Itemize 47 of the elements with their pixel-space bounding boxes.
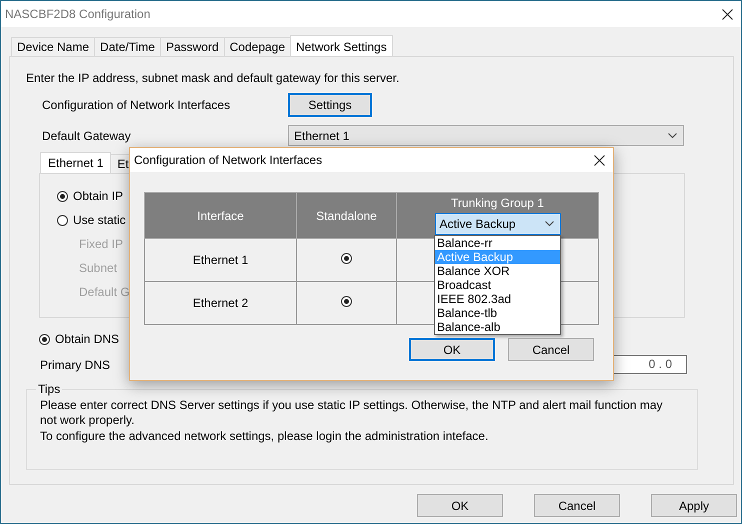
cancel-button[interactable]: Cancel (508, 338, 594, 361)
dropdown-option[interactable]: Balance XOR (435, 264, 560, 278)
gateway-dropdown[interactable]: Ethernet 1 (288, 125, 684, 146)
radio-label: Use static (73, 213, 126, 227)
radio-label: Obtain IP (73, 189, 124, 203)
cancel-button[interactable]: Cancel (534, 494, 620, 517)
chevron-down-icon (668, 132, 677, 138)
column-header: Standalone (296, 192, 396, 238)
field-label: Default Gateway (42, 128, 132, 142)
radio-button[interactable] (341, 253, 352, 264)
tab[interactable]: Network Settings (290, 35, 393, 57)
field-label: Primary DNS (40, 358, 110, 372)
tip-text: To configure the advanced network settings, please login the administration inteface. (40, 429, 490, 444)
group-title: Tips (37, 382, 62, 396)
dialog-title: Configuration of Network Interfaces (134, 153, 322, 167)
field-label: Default G (79, 284, 130, 301)
ok-button[interactable]: OK (409, 338, 495, 361)
radio-button[interactable] (341, 296, 352, 307)
tab[interactable]: Ethernet 1 (40, 152, 112, 173)
radio-button[interactable] (39, 334, 50, 344)
close-icon[interactable] (722, 8, 733, 20)
column-header: Interface (144, 192, 296, 238)
dropdown-option[interactable]: Balance-tlb (435, 306, 560, 320)
radio-button[interactable] (57, 190, 68, 202)
column-header: Trunking Group 1 (451, 196, 544, 210)
radio-label: Obtain DNS (55, 332, 120, 346)
tab[interactable]: Device Name (11, 37, 96, 56)
table-cell: Ethernet 1 (144, 238, 296, 282)
tip-text: Please enter correct DNS Server settings if you use static IP settings. Otherwise, the NTP and alert mail function may not work properly. (40, 398, 664, 428)
window-title: NASCBF2D8 Configuration (5, 7, 150, 21)
intro-text: Enter the IP address, subnet mask and default gateway for this server. (26, 71, 400, 85)
field-label: Subnet (79, 260, 118, 277)
chevron-down-icon (544, 221, 554, 227)
radio-button[interactable] (57, 214, 68, 226)
mode-dropdown[interactable]: Active Backup (434, 213, 560, 235)
dropdown-option[interactable]: Balance-rr (435, 236, 560, 250)
field-label: Configuration of Network Interfaces (42, 98, 232, 112)
dropdown-option[interactable]: Balance-alb (435, 320, 560, 334)
field-label: Fixed IP (79, 236, 124, 253)
apply-button[interactable]: Apply (651, 494, 737, 517)
dropdown-option[interactable]: IEEE 802.3ad (435, 292, 560, 306)
ok-button[interactable]: OK (417, 494, 503, 517)
settings-button[interactable]: Settings (288, 93, 372, 117)
tab[interactable]: Codepage (224, 37, 292, 56)
table-cell: Ethernet 2 (144, 282, 296, 324)
close-icon[interactable] (594, 154, 605, 166)
dropdown-option[interactable]: Broadcast (435, 278, 560, 292)
